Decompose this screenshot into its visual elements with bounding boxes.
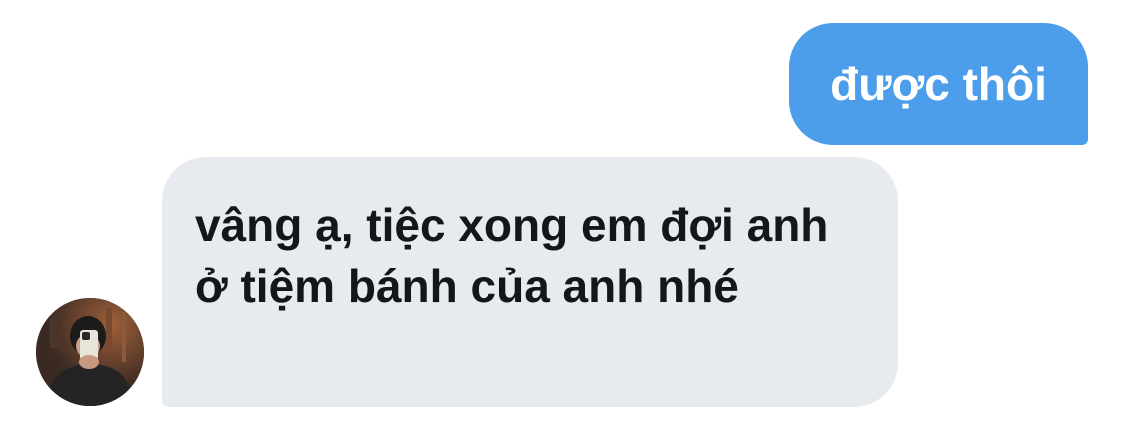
incoming-message-text: vâng ạ, tiệc xong em đợi anh ở tiệm bánh… (195, 199, 829, 312)
chat-thread: được thôi vâng ạ, tiệc xong em đợi anh ở… (0, 0, 1125, 430)
incoming-message-bubble[interactable]: vâng ạ, tiệc xong em đợi anh ở tiệm bánh… (162, 157, 898, 407)
avatar[interactable] (36, 298, 144, 406)
profile-photo-icon (36, 298, 144, 406)
outgoing-message-text: được thôi (830, 58, 1047, 110)
outgoing-message-bubble[interactable]: được thôi (789, 23, 1088, 145)
